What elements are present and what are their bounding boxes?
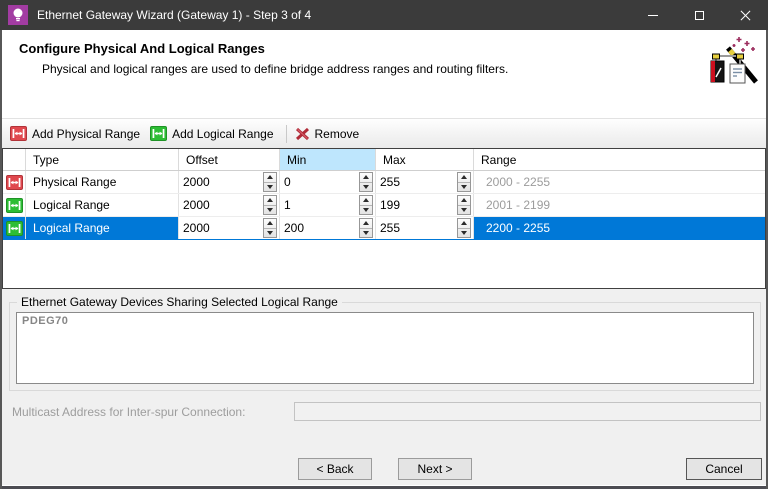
list-item-device[interactable]: PDEG70	[22, 315, 748, 327]
offset-stepper[interactable]: 2000	[179, 171, 280, 193]
offset-stepper[interactable]: 2000	[179, 194, 280, 216]
multicast-label: Multicast Address for Inter-spur Connect…	[12, 404, 246, 419]
physical-range-icon	[3, 171, 26, 193]
spin-up-down-icon[interactable]	[457, 218, 471, 238]
max-stepper[interactable]: 199	[376, 194, 474, 216]
range-value: 2001 - 2199	[486, 198, 551, 212]
max-stepper[interactable]: 255	[376, 217, 474, 239]
spin-up-down-icon[interactable]	[263, 218, 277, 238]
logical-range-icon	[3, 194, 26, 216]
dialog-content: Configure Physical And Logical Ranges Ph…	[0, 30, 768, 489]
column-header-range[interactable]: Range	[474, 149, 765, 170]
multicast-section: Multicast Address for Inter-spur Connect…	[12, 402, 761, 421]
offset-stepper[interactable]: 2000	[179, 217, 280, 239]
row-type-label: Logical Range	[26, 217, 179, 239]
column-header-type[interactable]: Type	[26, 149, 179, 170]
minimize-icon[interactable]	[630, 0, 676, 30]
column-header-min[interactable]: Min	[280, 149, 376, 170]
ranges-table-header: Type Offset Min Max Range	[3, 149, 765, 171]
min-stepper[interactable]: 200	[280, 217, 376, 239]
column-header-max[interactable]: Max	[376, 149, 474, 170]
table-row-physical-range[interactable]: Physical Range 2000 0 255 2000 - 2255	[3, 171, 765, 194]
ranges-table: Type Offset Min Max Range Physical Range…	[2, 148, 766, 289]
min-stepper[interactable]: 1	[280, 194, 376, 216]
cancel-button[interactable]: Cancel	[686, 458, 762, 480]
back-button[interactable]: < Back	[298, 458, 372, 480]
table-row-logical-range-2-selected[interactable]: Logical Range 2000 200 255 2200 - 2255	[3, 217, 765, 240]
wizard-dialog: Ethernet Gateway Wizard (Gateway 1) - St…	[0, 0, 768, 489]
page-description: Physical and logical ranges are used to …	[42, 62, 509, 76]
add-physical-range-button[interactable]: Add Physical Range	[7, 122, 147, 146]
add-logical-range-label: Add Logical Range	[172, 126, 274, 141]
column-header-icon[interactable]	[3, 149, 26, 170]
range-value: 2200 - 2255	[486, 221, 551, 235]
toolbar-separator	[285, 124, 287, 143]
devices-group-box: Ethernet Gateway Devices Sharing Selecte…	[9, 295, 761, 391]
titlebar: Ethernet Gateway Wizard (Gateway 1) - St…	[0, 0, 768, 30]
spin-up-down-icon[interactable]	[263, 195, 277, 215]
logical-range-icon	[150, 126, 168, 141]
remove-label: Remove	[314, 126, 360, 141]
row-type-label: Physical Range	[26, 171, 179, 193]
range-toolbar: Add Physical Range Add Logical Range Rem…	[2, 119, 766, 148]
lightbulb-icon	[8, 5, 28, 25]
next-button[interactable]: Next >	[398, 458, 472, 480]
maximize-icon[interactable]	[676, 0, 722, 30]
column-header-offset[interactable]: Offset	[179, 149, 280, 170]
physical-range-icon	[10, 126, 27, 141]
row-type-label: Logical Range	[26, 194, 179, 216]
spin-up-down-icon[interactable]	[457, 195, 471, 215]
window-bottom-edge	[2, 485, 766, 489]
wizard-footer: < Back Next > Cancel	[2, 458, 766, 480]
spin-up-down-icon[interactable]	[263, 172, 277, 192]
max-stepper[interactable]: 255	[376, 171, 474, 193]
min-stepper[interactable]: 0	[280, 171, 376, 193]
spin-up-down-icon[interactable]	[359, 195, 373, 215]
close-icon[interactable]	[722, 0, 768, 30]
group-box-title: Ethernet Gateway Devices Sharing Selecte…	[17, 295, 342, 309]
spin-up-down-icon[interactable]	[457, 172, 471, 192]
remove-x-icon	[295, 127, 310, 141]
add-logical-range-button[interactable]: Add Logical Range	[147, 122, 280, 146]
caption-buttons	[630, 0, 768, 30]
wizard-step-header: Configure Physical And Logical Ranges Ph…	[2, 30, 766, 119]
table-row-logical-range-1[interactable]: Logical Range 2000 1 199 2001 - 2199	[3, 194, 765, 217]
magic-wand-icon	[706, 35, 760, 94]
remove-button[interactable]: Remove	[292, 122, 367, 146]
page-title: Configure Physical And Logical Ranges	[19, 41, 265, 56]
window-title: Ethernet Gateway Wizard (Gateway 1) - St…	[37, 8, 312, 22]
spin-up-down-icon[interactable]	[359, 218, 373, 238]
range-value: 2000 - 2255	[486, 175, 551, 189]
devices-listbox[interactable]: PDEG70	[16, 312, 754, 384]
multicast-address-field[interactable]	[294, 402, 761, 421]
add-physical-range-label: Add Physical Range	[32, 126, 141, 141]
spin-up-down-icon[interactable]	[359, 172, 373, 192]
logical-range-icon	[3, 217, 26, 239]
